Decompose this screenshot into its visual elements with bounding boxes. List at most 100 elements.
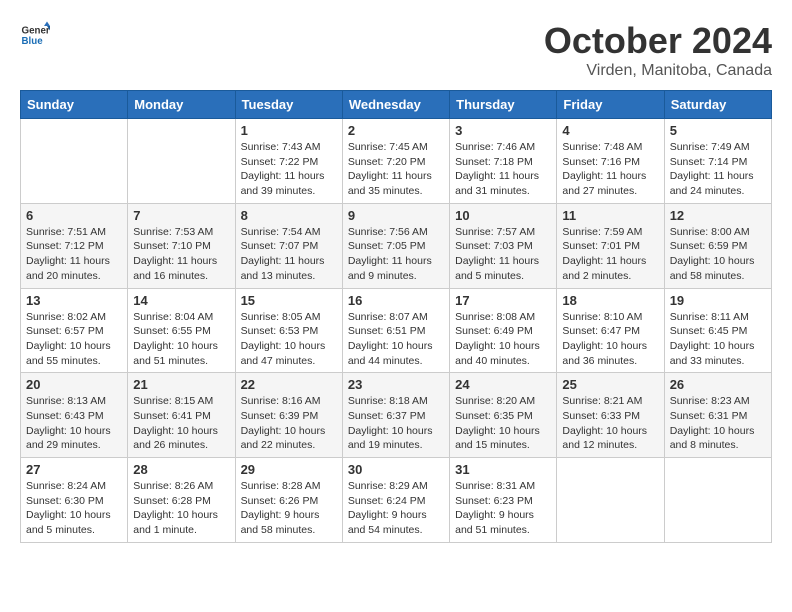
day-number: 18 [562, 293, 658, 308]
day-number: 15 [241, 293, 337, 308]
day-cell: 25Sunrise: 8:21 AM Sunset: 6:33 PM Dayli… [557, 373, 664, 458]
day-cell: 31 Sunrise: 8:31 AM Sunset: 6:23 PM Dayli… [450, 458, 557, 543]
header-cell-thursday: Thursday [450, 91, 557, 119]
day-info: Sunrise: 8:00 AM Sunset: 6:59 PM Dayligh… [670, 225, 766, 284]
day-number: 17 [455, 293, 551, 308]
day-number: 16 [348, 293, 444, 308]
day-cell: 8 Sunrise: 7:54 AM Sunset: 7:07 PM Daylig… [235, 203, 342, 288]
day-number: 22 [241, 377, 337, 392]
week-row-4: 20Sunrise: 8:13 AM Sunset: 6:43 PM Dayli… [21, 373, 772, 458]
day-number: 11 [562, 208, 658, 223]
day-cell: 16 Sunrise: 8:07 AM Sunset: 6:51 PM Dayli… [342, 288, 449, 373]
calendar-table: SundayMondayTuesdayWednesdayThursdayFrid… [20, 90, 772, 543]
day-info: Sunrise: 7:54 AM Sunset: 7:07 PM Dayligh… [241, 225, 337, 284]
logo: General Blue [20, 20, 50, 50]
day-number: 14 [133, 293, 229, 308]
day-info: Sunrise: 8:10 AM Sunset: 6:47 PM Dayligh… [562, 310, 658, 369]
day-info: Sunrise: 8:04 AM Sunset: 6:55 PM Dayligh… [133, 310, 229, 369]
svg-text:Blue: Blue [22, 36, 44, 47]
day-cell: 6Sunrise: 7:51 AM Sunset: 7:12 PM Daylig… [21, 203, 128, 288]
day-cell: 5 Sunrise: 7:49 AM Sunset: 7:14 PM Daylig… [664, 119, 771, 204]
day-cell [664, 458, 771, 543]
header-cell-wednesday: Wednesday [342, 91, 449, 119]
day-number: 19 [670, 293, 766, 308]
month-title: October 2024 [544, 20, 772, 62]
day-cell: 4Sunrise: 7:48 AM Sunset: 7:16 PM Daylig… [557, 119, 664, 204]
day-number: 28 [133, 462, 229, 477]
day-number: 30 [348, 462, 444, 477]
day-info: Sunrise: 8:07 AM Sunset: 6:51 PM Dayligh… [348, 310, 444, 369]
day-number: 1 [241, 123, 337, 138]
day-info: Sunrise: 8:08 AM Sunset: 6:49 PM Dayligh… [455, 310, 551, 369]
day-number: 2 [348, 123, 444, 138]
title-block: October 2024 Virden, Manitoba, Canada [544, 20, 772, 80]
day-info: Sunrise: 7:51 AM Sunset: 7:12 PM Dayligh… [26, 225, 122, 284]
day-info: Sunrise: 7:57 AM Sunset: 7:03 PM Dayligh… [455, 225, 551, 284]
day-info: Sunrise: 8:02 AM Sunset: 6:57 PM Dayligh… [26, 310, 122, 369]
day-number: 3 [455, 123, 551, 138]
logo-icon: General Blue [20, 20, 50, 50]
day-number: 5 [670, 123, 766, 138]
header-cell-tuesday: Tuesday [235, 91, 342, 119]
day-cell: 14 Sunrise: 8:04 AM Sunset: 6:55 PM Dayli… [128, 288, 235, 373]
day-cell: 24 Sunrise: 8:20 AM Sunset: 6:35 PM Dayli… [450, 373, 557, 458]
day-info: Sunrise: 7:43 AM Sunset: 7:22 PM Dayligh… [241, 140, 337, 199]
day-cell: 29 Sunrise: 8:28 AM Sunset: 6:26 PM Dayli… [235, 458, 342, 543]
day-cell: 20Sunrise: 8:13 AM Sunset: 6:43 PM Dayli… [21, 373, 128, 458]
day-info: Sunrise: 8:31 AM Sunset: 6:23 PM Dayligh… [455, 479, 551, 538]
day-info: Sunrise: 8:21 AM Sunset: 6:33 PM Dayligh… [562, 394, 658, 453]
day-cell: 11 Sunrise: 7:59 AM Sunset: 7:01 PM Dayli… [557, 203, 664, 288]
day-cell: 12 Sunrise: 8:00 AM Sunset: 6:59 PM Dayli… [664, 203, 771, 288]
day-info: Sunrise: 8:29 AM Sunset: 6:24 PM Dayligh… [348, 479, 444, 538]
day-number: 9 [348, 208, 444, 223]
day-cell: 3Sunrise: 7:46 AM Sunset: 7:18 PM Daylig… [450, 119, 557, 204]
day-info: Sunrise: 7:53 AM Sunset: 7:10 PM Dayligh… [133, 225, 229, 284]
day-info: Sunrise: 8:05 AM Sunset: 6:53 PM Dayligh… [241, 310, 337, 369]
day-number: 27 [26, 462, 122, 477]
day-info: Sunrise: 8:11 AM Sunset: 6:45 PM Dayligh… [670, 310, 766, 369]
location: Virden, Manitoba, Canada [544, 62, 772, 80]
day-cell: 26 Sunrise: 8:23 AM Sunset: 6:31 PM Dayli… [664, 373, 771, 458]
day-cell: 15 Sunrise: 8:05 AM Sunset: 6:53 PM Dayli… [235, 288, 342, 373]
day-cell [128, 119, 235, 204]
header-cell-monday: Monday [128, 91, 235, 119]
day-info: Sunrise: 8:15 AM Sunset: 6:41 PM Dayligh… [133, 394, 229, 453]
day-cell: 30 Sunrise: 8:29 AM Sunset: 6:24 PM Dayli… [342, 458, 449, 543]
week-row-2: 6Sunrise: 7:51 AM Sunset: 7:12 PM Daylig… [21, 203, 772, 288]
day-info: Sunrise: 8:20 AM Sunset: 6:35 PM Dayligh… [455, 394, 551, 453]
day-number: 21 [133, 377, 229, 392]
day-number: 7 [133, 208, 229, 223]
day-info: Sunrise: 8:28 AM Sunset: 6:26 PM Dayligh… [241, 479, 337, 538]
day-cell: 17 Sunrise: 8:08 AM Sunset: 6:49 PM Dayli… [450, 288, 557, 373]
day-number: 29 [241, 462, 337, 477]
day-info: Sunrise: 7:59 AM Sunset: 7:01 PM Dayligh… [562, 225, 658, 284]
day-cell: 18 Sunrise: 8:10 AM Sunset: 6:47 PM Dayli… [557, 288, 664, 373]
day-info: Sunrise: 8:26 AM Sunset: 6:28 PM Dayligh… [133, 479, 229, 538]
day-info: Sunrise: 8:16 AM Sunset: 6:39 PM Dayligh… [241, 394, 337, 453]
day-cell: 10Sunrise: 7:57 AM Sunset: 7:03 PM Dayli… [450, 203, 557, 288]
day-number: 26 [670, 377, 766, 392]
day-info: Sunrise: 7:49 AM Sunset: 7:14 PM Dayligh… [670, 140, 766, 199]
day-cell: 23 Sunrise: 8:18 AM Sunset: 6:37 PM Dayli… [342, 373, 449, 458]
day-number: 24 [455, 377, 551, 392]
day-number: 12 [670, 208, 766, 223]
day-info: Sunrise: 7:48 AM Sunset: 7:16 PM Dayligh… [562, 140, 658, 199]
day-number: 8 [241, 208, 337, 223]
day-cell: 19 Sunrise: 8:11 AM Sunset: 6:45 PM Dayli… [664, 288, 771, 373]
day-info: Sunrise: 7:56 AM Sunset: 7:05 PM Dayligh… [348, 225, 444, 284]
day-cell: 2 Sunrise: 7:45 AM Sunset: 7:20 PM Daylig… [342, 119, 449, 204]
week-row-5: 27 Sunrise: 8:24 AM Sunset: 6:30 PM Dayli… [21, 458, 772, 543]
day-number: 31 [455, 462, 551, 477]
day-number: 23 [348, 377, 444, 392]
day-info: Sunrise: 8:23 AM Sunset: 6:31 PM Dayligh… [670, 394, 766, 453]
day-info: Sunrise: 8:24 AM Sunset: 6:30 PM Dayligh… [26, 479, 122, 538]
day-cell: 1 Sunrise: 7:43 AM Sunset: 7:22 PM Daylig… [235, 119, 342, 204]
header-row: SundayMondayTuesdayWednesdayThursdayFrid… [21, 91, 772, 119]
header-cell-sunday: Sunday [21, 91, 128, 119]
day-info: Sunrise: 7:45 AM Sunset: 7:20 PM Dayligh… [348, 140, 444, 199]
day-info: Sunrise: 8:13 AM Sunset: 6:43 PM Dayligh… [26, 394, 122, 453]
page-header: General Blue October 2024 Virden, Manito… [20, 20, 772, 80]
day-cell: 13Sunrise: 8:02 AM Sunset: 6:57 PM Dayli… [21, 288, 128, 373]
day-info: Sunrise: 8:18 AM Sunset: 6:37 PM Dayligh… [348, 394, 444, 453]
week-row-3: 13Sunrise: 8:02 AM Sunset: 6:57 PM Dayli… [21, 288, 772, 373]
